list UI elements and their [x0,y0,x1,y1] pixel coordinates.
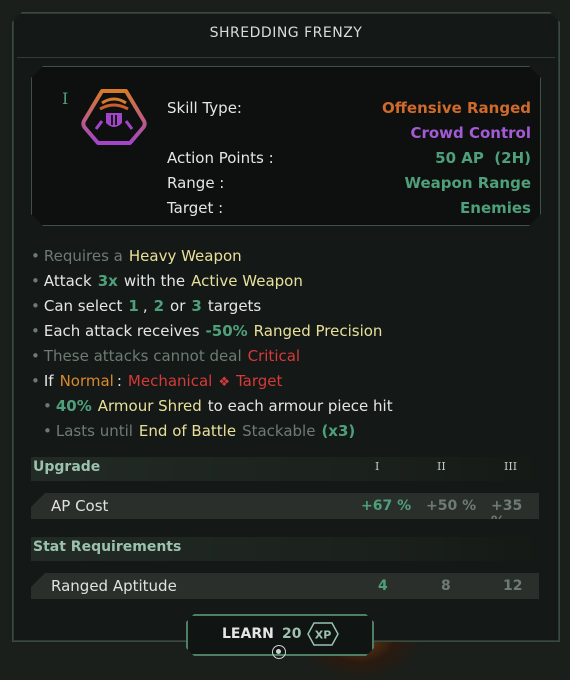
effect-text: : [116,372,122,390]
effect-keyword: Target [235,372,283,390]
upgrade-tier-1-header: I [375,460,380,473]
effect-text: Each attack receives [43,322,200,340]
range-value: Weapon Range [404,174,531,192]
effect-keyword: End of Battle [138,422,237,440]
upgrade-tier-3-header: III [504,460,518,473]
effect-line: • These attacks cannot deal Critical [31,347,301,365]
effect-text: Lasts until [55,422,133,440]
mechanical-icon: ❖ [218,375,230,390]
effect-text: , [142,297,148,315]
effect-line: • Requires a Heavy Weapon [31,247,242,265]
action-points-value: 50 AP (2H) [435,149,531,167]
ap-cost-label: AP Cost [51,497,109,515]
skill-info-box: I Skill Type: Offensive Ranged Crowd Con… [31,66,541,226]
upgrade-title: Upgrade [33,459,101,475]
effect-line: • Can select 1, 2 or 3 targets [31,297,262,315]
ranged-aptitude-tier-3: 12 [503,578,523,594]
effect-value: 1 [128,297,139,315]
effect-value: 40% [55,397,92,415]
effect-keyword: Mechanical [127,372,213,390]
effect-value: 2 [153,297,165,315]
effect-text: or [170,297,186,315]
ap-cost-tier-2: +50 % [426,498,477,514]
effect-line: • If Normal: Mechanical ❖ Target [31,372,283,390]
effect-text: Can select [43,297,123,315]
skill-tooltip-panel: SHREDDING FRENZY I Skill Type: Offensive… [12,12,560,642]
effect-keyword: Critical [247,347,301,365]
ap-cost-tier-1: +67 % [361,498,412,514]
effect-text: If [43,372,54,390]
target-value: Enemies [460,199,531,217]
effect-text: Attack [43,272,92,290]
xp-icon: XP [307,622,339,646]
effect-keyword: Ranged Precision [253,322,383,340]
ranged-aptitude-tier-1: 4 [378,578,388,594]
ap-cost-row: AP Cost +67 % +50 % +35 % [31,493,539,519]
ranged-aptitude-label: Ranged Aptitude [51,577,177,595]
skill-type-secondary-value: Crowd Control [410,124,531,142]
effect-sub-line: • Lasts until End of Battle Stackable (x3) [43,422,356,440]
skill-type-label: Skill Type: [167,99,242,117]
effect-keyword: Heavy Weapon [128,247,242,265]
shredding-frenzy-icon [80,85,148,149]
target-label: Target : [167,199,224,217]
effect-keyword: Normal [59,372,114,390]
effect-keyword: Active Weapon [191,272,303,290]
effect-text: Stackable [242,422,316,440]
stat-requirements-header: Stat Requirements [31,537,539,561]
effect-sub-line: • 40% Armour Shred to each armour piece hit [43,397,393,415]
effect-line: • Each attack receives -50% Ranged Precisio… [31,322,383,340]
range-label: Range : [167,174,225,192]
skill-tier-mark: I [62,89,69,108]
effect-text: targets [207,297,262,315]
skill-type-value: Offensive Ranged [382,99,531,117]
effect-text: Requires a [43,247,123,265]
ranged-aptitude-row: Ranged Aptitude 4 8 12 [31,573,539,599]
stat-requirements-title: Stat Requirements [33,539,182,555]
xp-label: XP [315,629,332,642]
crosshair-icon [272,645,286,659]
effect-value: (x3) [321,422,356,440]
learn-label: LEARN [222,626,274,642]
learn-cost: 20 [282,626,302,642]
upgrade-tier-2-header: II [437,460,446,473]
effect-text: with the [123,272,186,290]
effect-line: • Attack 3x with the Active Weapon [31,272,303,290]
skill-title: SHREDDING FRENZY [209,25,363,41]
ap-cost-tier-3: +35 % [491,498,523,530]
action-points-label: Action Points : [167,149,274,167]
title-divider [17,57,555,58]
ranged-aptitude-tier-2: 8 [441,578,451,594]
effect-text: to each armour piece hit [207,397,393,415]
effect-value: 3x [97,272,118,290]
effect-text: These attacks cannot deal [43,347,242,365]
effect-keyword: Armour Shred [97,397,202,415]
upgrade-header: Upgrade I II III [31,457,539,481]
effect-value: -50% [205,322,248,340]
effect-value: 3 [191,297,202,315]
